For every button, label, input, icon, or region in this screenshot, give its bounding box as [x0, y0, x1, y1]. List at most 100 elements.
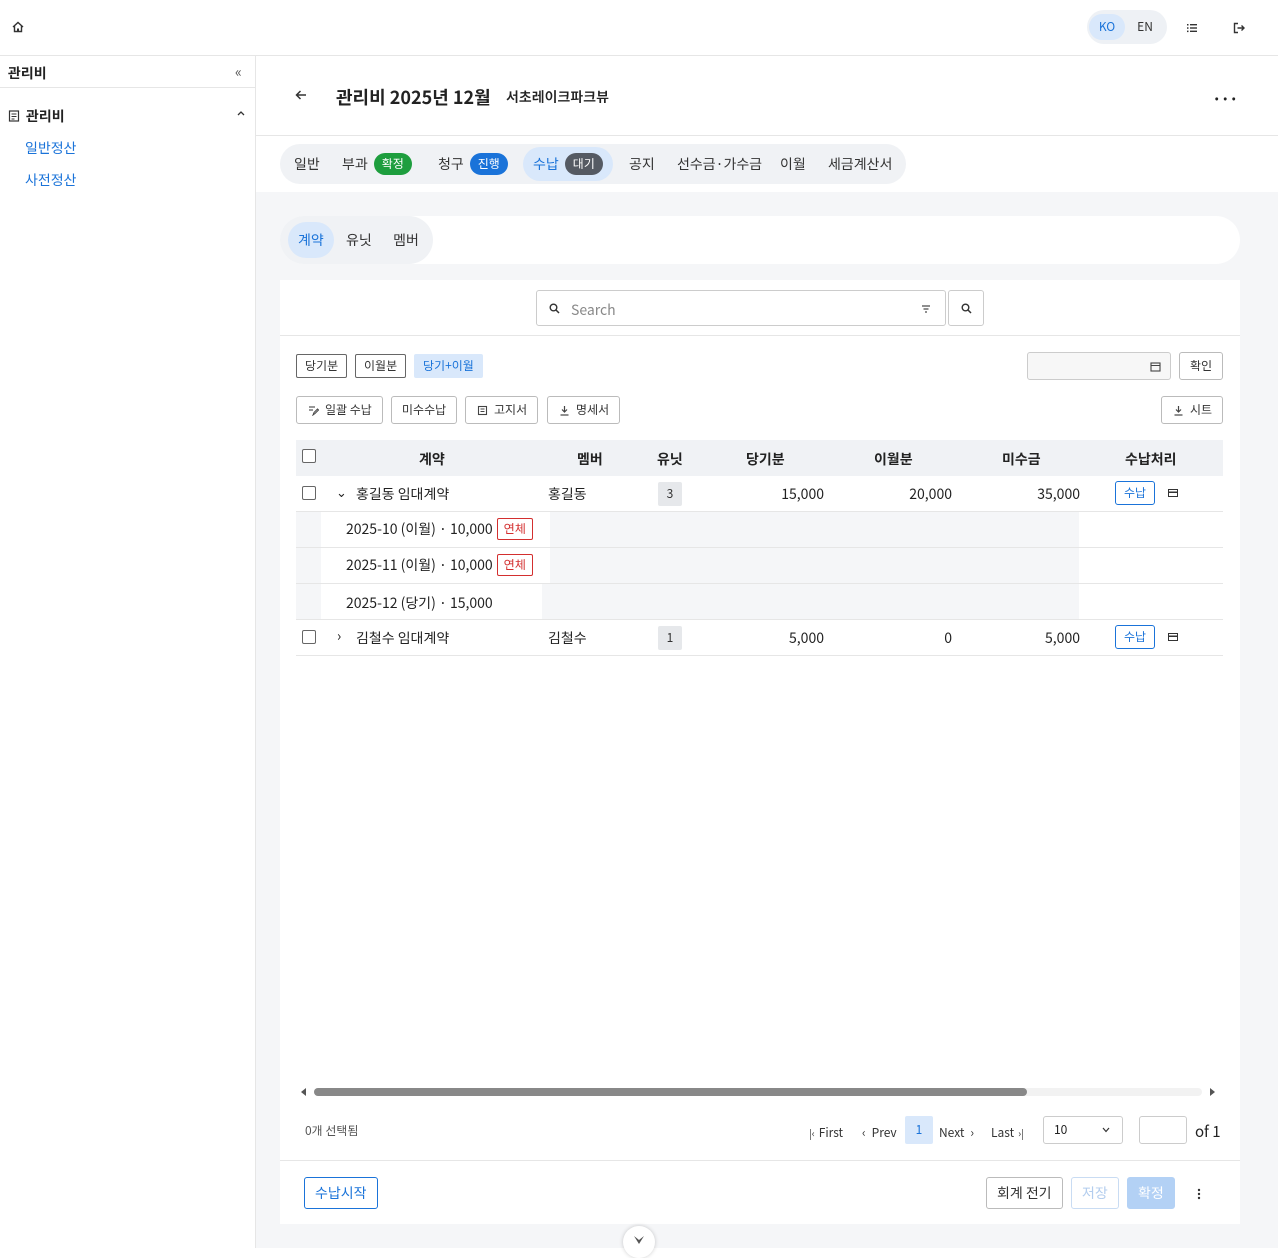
row-checkbox[interactable] [302, 630, 316, 644]
table-row[interactable]: ⌄ 홍길동 임대계약 홍길동 3 15,000 20,000 35,000 수납 [296, 476, 1223, 512]
prev-page-button[interactable]: ‹ Prev [862, 1124, 897, 1141]
calendar-icon [1150, 362, 1161, 372]
tab-label: 부과 [342, 154, 368, 174]
pager-label: Prev [871, 1124, 897, 1141]
column-header-unit: 유닛 [657, 449, 683, 469]
search-button[interactable] [948, 290, 984, 326]
row-checkbox[interactable] [302, 486, 316, 500]
list-icon[interactable] [1185, 21, 1199, 35]
chevron-up-icon[interactable] [236, 108, 246, 118]
subtab-unit[interactable]: 유닛 [346, 222, 372, 258]
date-picker[interactable] [1027, 352, 1171, 380]
tab-charge[interactable]: 부과 확정 [342, 144, 412, 184]
confirm-button[interactable]: 확정 [1127, 1177, 1175, 1209]
unit-count: 1 [658, 626, 682, 650]
select-all-checkbox[interactable] [302, 449, 316, 463]
button-label: 일괄 수납 [325, 401, 372, 418]
tab-advance[interactable]: 선수금·가수금 [677, 144, 762, 184]
statement-button[interactable]: 명세서 [547, 396, 621, 424]
filter-carry-button[interactable]: 이월분 [355, 354, 407, 378]
subtab-member[interactable]: 멤버 [393, 222, 419, 258]
tab-payment[interactable]: 수납 대기 [523, 147, 613, 181]
collapse-sidebar-icon[interactable]: « [235, 62, 242, 82]
detail-row: 2025-11 (이월) · 10,000 연체 [296, 548, 1223, 584]
detail-text: 2025-11 (이월) · 10,000 연체 [346, 554, 533, 576]
start-payment-button[interactable]: 수납시작 [304, 1177, 378, 1209]
column-header-unpaid: 미수금 [1002, 449, 1041, 469]
sidebar-item-prepaid-settlement[interactable]: 사전정산 [25, 170, 77, 190]
unpaid-payment-button[interactable]: 미수수납 [391, 396, 458, 424]
filter-both-button[interactable]: 당기+이월 [414, 354, 483, 378]
scroll-thumb[interactable] [314, 1088, 1027, 1096]
save-button[interactable]: 저장 [1071, 1177, 1119, 1209]
main-tabs: 일반 부과 확정 청구 진행 수납 대기 공지 선수금·가수금 이월 세금계산서 [280, 144, 906, 184]
detail-row: 2025-10 (이월) · 10,000 연체 [296, 512, 1223, 548]
tab-label: 공지 [629, 154, 655, 174]
filter-icon[interactable] [921, 304, 931, 314]
scroll-left-icon[interactable] [300, 1088, 308, 1096]
sheet-download-button[interactable]: 시트 [1161, 396, 1224, 424]
download-icon [560, 406, 569, 416]
tab-tax-invoice[interactable]: 세금계산서 [828, 144, 892, 184]
tab-label: 이월 [780, 154, 806, 174]
expand-row-icon[interactable]: › [337, 626, 341, 646]
search-input[interactable]: Search [571, 300, 616, 320]
subtab-contract[interactable]: 계약 [288, 222, 334, 258]
lang-ko-button[interactable]: KO [1089, 14, 1125, 40]
confirm-date-button[interactable]: 확인 [1179, 352, 1224, 380]
sidebar-item-general-settlement[interactable]: 일반정산 [25, 138, 77, 158]
member-name: 홍길동 [548, 484, 587, 504]
filter-current-button[interactable]: 당기분 [296, 354, 348, 378]
button-label: 고지서 [494, 401, 528, 418]
lang-en-button[interactable]: EN [1127, 14, 1163, 40]
last-page-button[interactable]: Last ›| [991, 1124, 1024, 1141]
sidebar-group-management-fee[interactable]: 관리비 [8, 106, 65, 126]
tab-carryover[interactable]: 이월 [780, 144, 806, 184]
home-icon[interactable] [11, 20, 25, 34]
logout-icon[interactable] [1232, 21, 1246, 35]
last-page-icon: ›| [1018, 1125, 1024, 1140]
kebab-menu-icon[interactable] [1196, 1188, 1202, 1200]
scroll-down-handle[interactable] [623, 1226, 655, 1258]
bulk-payment-button[interactable]: 일괄 수납 [296, 396, 383, 424]
search-icon [961, 303, 972, 314]
carry-amount: 0 [944, 628, 952, 648]
tab-billing[interactable]: 청구 진행 [438, 144, 508, 184]
overdue-badge: 연체 [496, 518, 533, 540]
pager-label: Last [991, 1124, 1015, 1141]
back-arrow-icon[interactable] [294, 88, 308, 102]
notice-button[interactable]: 고지서 [465, 396, 539, 424]
scroll-right-icon[interactable] [1208, 1088, 1216, 1096]
page-title: 관리비 2025년 12월 [336, 84, 491, 110]
tab-notice[interactable]: 공지 [629, 144, 655, 184]
tab-label: 수납 [533, 154, 559, 174]
card-icon[interactable] [1168, 489, 1178, 497]
page-number-input[interactable] [1139, 1116, 1187, 1144]
page-size-select[interactable]: 10 [1043, 1116, 1123, 1144]
tab-general[interactable]: 일반 [294, 144, 320, 184]
more-options-icon[interactable]: ··· [1212, 86, 1238, 110]
pay-button[interactable]: 수납 [1115, 481, 1155, 505]
next-page-icon: › [970, 1124, 974, 1141]
button-label: 시트 [1190, 401, 1213, 418]
horizontal-scrollbar[interactable] [300, 1088, 1216, 1096]
detail-label: 2025-10 (이월) · 10,000 [346, 519, 493, 539]
sidebar-title: 관리비 [8, 63, 47, 83]
next-page-button[interactable]: Next › [939, 1124, 974, 1141]
unpaid-amount: 35,000 [1037, 484, 1080, 504]
current-page-button[interactable]: 1 [905, 1116, 933, 1144]
collapse-row-icon[interactable]: ⌄ [336, 482, 347, 501]
detail-row: 2025-12 (당기) · 15,000 [296, 584, 1223, 620]
search-box: Search [536, 290, 946, 326]
accounting-post-button[interactable]: 회계 전기 [986, 1177, 1063, 1209]
card-icon[interactable] [1168, 633, 1178, 641]
detail-text: 2025-10 (이월) · 10,000 연체 [346, 518, 533, 540]
table-row[interactable]: › 김철수 임대계약 김철수 1 5,000 0 5,000 수납 [296, 620, 1223, 656]
overdue-badge: 연체 [496, 554, 533, 576]
unit-count: 3 [658, 482, 682, 506]
current-amount: 5,000 [789, 628, 824, 648]
receipt-icon [8, 110, 20, 122]
pay-button[interactable]: 수납 [1115, 625, 1155, 649]
table-header: 계약 멤버 유닛 당기분 이월분 미수금 수납처리 [296, 440, 1223, 476]
first-page-button[interactable]: |‹ First [809, 1124, 843, 1141]
